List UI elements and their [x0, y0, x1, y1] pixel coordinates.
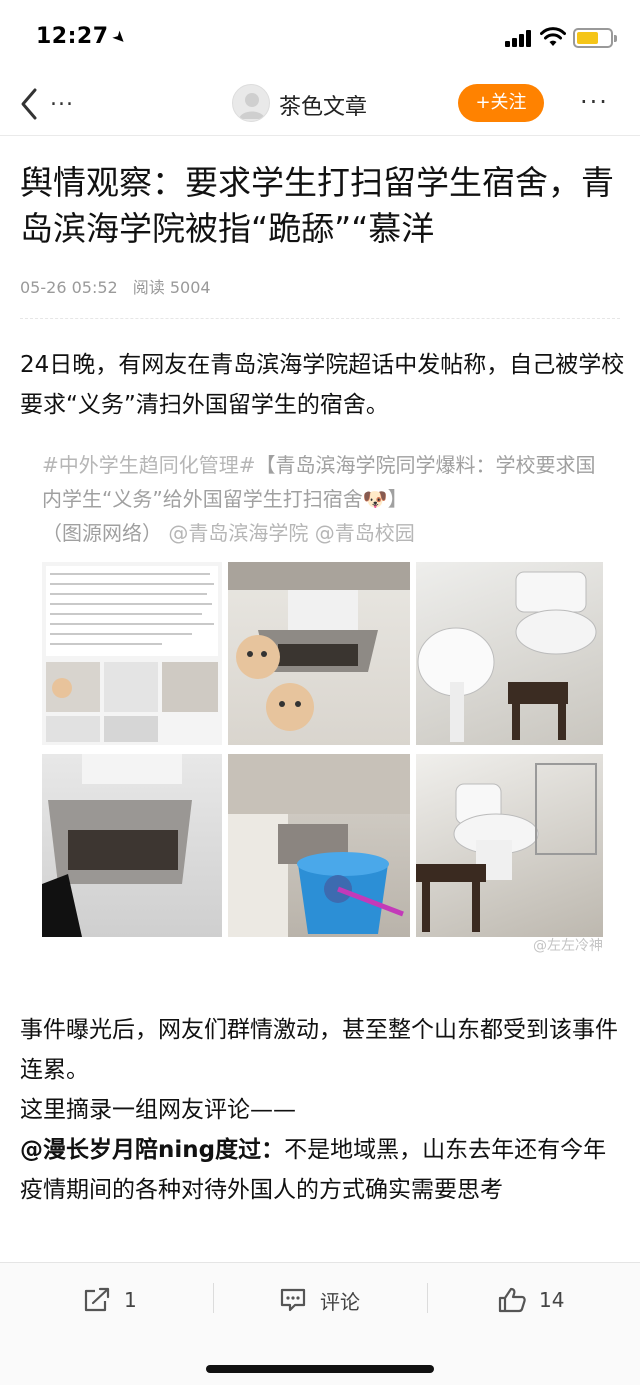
- cellular-signal-icon: [505, 29, 533, 47]
- time-text: 12:27: [36, 24, 109, 49]
- follow-button[interactable]: +关注: [458, 84, 544, 122]
- caption-mentions: @青岛滨海学院 @青岛校园: [168, 521, 415, 545]
- author-name[interactable]: 茶色文章: [279, 89, 367, 121]
- share-count: 1: [124, 1288, 137, 1312]
- separator: [213, 1283, 214, 1313]
- like-count: 14: [539, 1288, 565, 1312]
- caption-source: （图源网络）: [42, 521, 162, 545]
- publish-date: 05-26 05:52: [20, 278, 118, 297]
- share-icon: [84, 1287, 110, 1312]
- status-bar: 12:27➤: [0, 0, 640, 76]
- article-title: 舆情观察：要求学生打扫留学生宿舍，青岛滨海学院被指“跪舔”“慕洋: [20, 163, 614, 248]
- caption-hashtag: #中外学生趋同化管理#: [42, 453, 256, 477]
- share-button[interactable]: 1: [82, 1283, 137, 1317]
- separator: [427, 1283, 428, 1313]
- nav-bar: ... 茶色文章 +关注 ···: [0, 76, 640, 136]
- photo-tile-hood-closeup: [42, 754, 222, 937]
- reactions-line-2: 这里摘录一组网友评论——: [20, 1097, 296, 1123]
- quoted-comment: @漫长岁月陪ning度过：不是地域黑，山东去年还有今年疫情期间的各种对待外国人的…: [20, 1130, 625, 1210]
- read-count: 阅读 5004: [132, 278, 211, 297]
- article-meta: 05-26 05:52 阅读 5004: [20, 274, 211, 298]
- location-arrow-icon: ➤: [107, 25, 132, 50]
- photo-tile-collage: [42, 562, 222, 745]
- wifi-icon: [540, 27, 566, 46]
- home-indicator[interactable]: [206, 1365, 434, 1373]
- photo-tile-toilet-stool: [416, 754, 603, 937]
- author-avatar[interactable]: [232, 84, 270, 122]
- photo-tile-range-hood: [228, 562, 410, 745]
- comment-user[interactable]: @漫长岁月陪ning度过：: [20, 1137, 284, 1163]
- paragraph-intro: 24日晚，有网友在青岛滨海学院超话中发帖称，自己被学校要求“义务”清扫外国留学生…: [20, 352, 625, 418]
- image-watermark: @左左冷神: [533, 938, 603, 954]
- comment-label: 评论: [320, 1289, 360, 1314]
- like-button[interactable]: 14: [497, 1283, 564, 1317]
- paragraph-reactions: 事件曝光后，网友们群情激动，甚至整个山东都受到该事件连累。 这里摘录一组网友评论…: [20, 1010, 625, 1210]
- divider: [20, 318, 620, 319]
- embedded-post-image[interactable]: #中外学生趋同化管理#【青岛滨海学院同学爆料：学校要求国内学生“义务”给外国留学…: [36, 444, 611, 954]
- nav-ellipsis[interactable]: ...: [50, 86, 74, 111]
- more-options-button[interactable]: ···: [580, 88, 620, 118]
- reactions-line-1: 事件曝光后，网友们群情激动，甚至整个山东都受到该事件连累。: [20, 1017, 618, 1083]
- avatar-placeholder-icon: [239, 93, 265, 119]
- back-arrow-icon[interactable]: [14, 84, 44, 124]
- battery-icon: [573, 28, 617, 48]
- status-time: 12:27➤: [36, 24, 131, 49]
- comment-icon: [280, 1288, 306, 1312]
- photo-tile-mop-bucket: [228, 754, 410, 937]
- photo-tile-toilet-sink: [416, 562, 603, 745]
- comment-button[interactable]: 评论: [278, 1283, 360, 1317]
- image-caption: #中外学生趋同化管理#【青岛滨海学院同学爆料：学校要求国内学生“义务”给外国留学…: [42, 448, 607, 550]
- thumbs-up-icon: [498, 1287, 526, 1313]
